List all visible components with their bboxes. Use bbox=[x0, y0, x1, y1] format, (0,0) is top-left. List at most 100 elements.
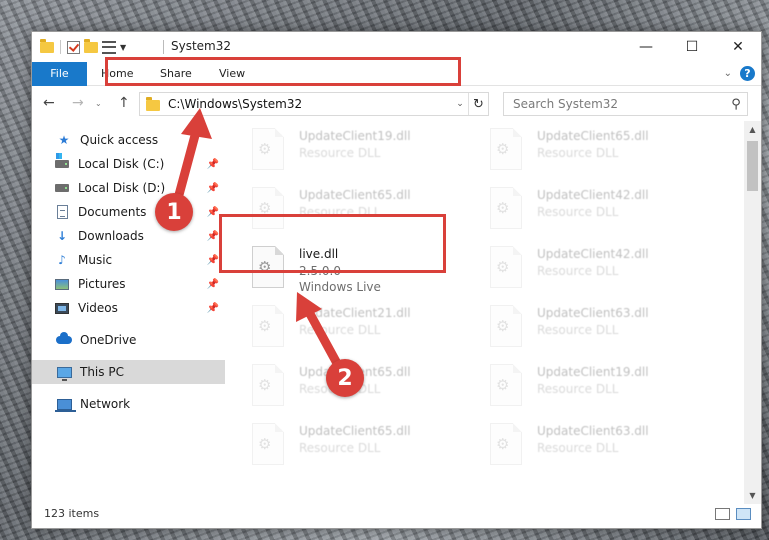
sidebar-item-local-disk-d[interactable]: Local Disk (D:) 📌 bbox=[32, 176, 225, 200]
pin-icon[interactable]: 📌 bbox=[207, 279, 219, 290]
drive-icon bbox=[54, 180, 70, 196]
quick-access-toolbar: ▼ bbox=[40, 38, 126, 56]
file-name: UpdateClient65.dll bbox=[537, 129, 649, 143]
ribbon-right-controls: ⌄ ? bbox=[724, 66, 755, 81]
address-dropdown-icon[interactable]: ⌄ bbox=[452, 99, 468, 109]
tiles-view-icon[interactable] bbox=[736, 508, 751, 520]
back-arrow-icon[interactable]: ← bbox=[43, 95, 55, 111]
properties-check-icon[interactable] bbox=[67, 40, 80, 54]
maximize-button[interactable]: ☐ bbox=[669, 32, 715, 62]
file-item[interactable]: ⚙ UpdateClient63.dll Resource DLL bbox=[480, 301, 700, 353]
refresh-icon[interactable]: ↻ bbox=[468, 93, 488, 115]
onedrive-icon bbox=[56, 332, 72, 348]
sidebar-item-label: Pictures bbox=[78, 277, 126, 291]
file-item[interactable]: ⚙ UpdateClient63.dll Resource DLL bbox=[480, 419, 700, 471]
details-view-icon[interactable] bbox=[715, 508, 730, 520]
file-item[interactable]: ⚙ UpdateClient42.dll Resource DLL bbox=[480, 242, 700, 294]
title-separator bbox=[163, 40, 164, 54]
file-description: Resource DLL bbox=[537, 441, 619, 455]
dll-file-icon: ⚙ bbox=[490, 128, 522, 170]
address-bar[interactable]: C:\Windows\System32 ⌄ ↻ bbox=[139, 92, 489, 116]
forward-arrow-icon[interactable]: → bbox=[72, 95, 84, 111]
qat-dropdown-icon[interactable]: ▼ bbox=[120, 43, 126, 52]
item-count: 123 items bbox=[44, 507, 100, 520]
file-name: UpdateClient65.dll bbox=[299, 188, 411, 202]
sidebar-item-label: Local Disk (C:) bbox=[78, 157, 165, 171]
close-button[interactable]: ✕ bbox=[715, 32, 761, 62]
step-2-marker: 2 bbox=[326, 359, 364, 397]
up-arrow-icon[interactable]: ↑ bbox=[118, 95, 130, 111]
sidebar-item-documents[interactable]: Documents 📌 bbox=[32, 200, 225, 224]
file-description: Resource DLL bbox=[299, 441, 381, 455]
pin-icon[interactable]: 📌 bbox=[207, 303, 219, 314]
sidebar-item-music[interactable]: ♪ Music 📌 bbox=[32, 248, 225, 272]
address-highlight-box bbox=[105, 57, 461, 86]
sidebar-item-label: Videos bbox=[78, 301, 118, 315]
sidebar-item-videos[interactable]: Videos 📌 bbox=[32, 296, 225, 320]
view-toggle bbox=[715, 508, 751, 520]
sidebar-item-local-disk-c[interactable]: Local Disk (C:) 📌 bbox=[32, 152, 225, 176]
search-input[interactable] bbox=[513, 97, 725, 111]
star-icon: ★ bbox=[58, 133, 70, 147]
file-description: Resource DLL bbox=[299, 323, 381, 337]
scroll-up-icon[interactable]: ▲ bbox=[744, 121, 761, 138]
new-folder-icon[interactable] bbox=[84, 38, 98, 53]
sidebar-item-label: Downloads bbox=[78, 229, 144, 243]
scrollbar-thumb[interactable] bbox=[747, 141, 758, 191]
file-item[interactable]: ⚙ UpdateClient21.dll Resource DLL bbox=[242, 301, 462, 353]
pin-icon[interactable]: 📌 bbox=[207, 159, 219, 170]
dll-file-icon: ⚙ bbox=[252, 364, 284, 406]
pin-icon[interactable]: 📌 bbox=[207, 231, 219, 242]
sidebar-item-label: Music bbox=[78, 253, 113, 267]
sidebar-item-downloads[interactable]: ↓ Downloads 📌 bbox=[32, 224, 225, 248]
file-item[interactable]: ⚙ UpdateClient65.dll Resource DLL bbox=[480, 124, 700, 176]
search-box[interactable]: ⚲ bbox=[503, 92, 748, 116]
address-path[interactable]: C:\Windows\System32 bbox=[168, 97, 452, 111]
file-description: Resource DLL bbox=[537, 264, 619, 278]
search-icon[interactable]: ⚲ bbox=[725, 97, 747, 112]
file-name: UpdateClient65.dll bbox=[299, 424, 411, 438]
file-item[interactable]: ⚙ UpdateClient19.dll Resource DLL bbox=[480, 360, 700, 412]
tab-file[interactable]: File bbox=[32, 62, 87, 86]
sidebar-item-label: Documents bbox=[78, 205, 147, 219]
dll-file-icon: ⚙ bbox=[490, 423, 522, 465]
pin-icon[interactable]: 📌 bbox=[207, 207, 219, 218]
sidebar-item-label: OneDrive bbox=[80, 333, 137, 347]
file-list: ⚙ UpdateClient19.dll Resource DLL ⚙ Upda… bbox=[242, 124, 740, 504]
sidebar-item-this-pc[interactable]: This PC bbox=[32, 360, 225, 384]
file-name: UpdateClient19.dll bbox=[299, 129, 411, 143]
minimize-button[interactable]: — bbox=[623, 32, 669, 62]
sidebar-item-quick-access[interactable]: ★ Quick access bbox=[32, 128, 225, 152]
file-highlight-box bbox=[219, 214, 446, 273]
sidebar-item-network[interactable]: Network bbox=[32, 392, 225, 416]
dll-file-icon: ⚙ bbox=[490, 246, 522, 288]
step-1-marker: 1 bbox=[155, 193, 193, 231]
pin-icon[interactable]: 📌 bbox=[207, 183, 219, 194]
file-name: UpdateClient42.dll bbox=[537, 247, 649, 261]
file-name: UpdateClient19.dll bbox=[537, 365, 649, 379]
expand-ribbon-icon[interactable]: ⌄ bbox=[724, 68, 732, 79]
customize-toolbar-icon[interactable] bbox=[102, 40, 116, 54]
music-icon: ♪ bbox=[58, 253, 66, 267]
file-item[interactable]: ⚙ UpdateClient42.dll Resource DLL bbox=[480, 183, 700, 235]
vertical-scrollbar[interactable]: ▲ ▼ bbox=[744, 121, 761, 504]
dll-file-icon: ⚙ bbox=[490, 305, 522, 347]
network-icon bbox=[54, 396, 76, 412]
dll-file-icon: ⚙ bbox=[252, 305, 284, 347]
recent-locations-icon[interactable]: ⌄ bbox=[95, 99, 102, 108]
file-name: UpdateClient42.dll bbox=[537, 188, 649, 202]
sidebar-item-onedrive[interactable]: OneDrive bbox=[32, 328, 225, 352]
file-description: Resource DLL bbox=[537, 146, 619, 160]
sidebar-item-pictures[interactable]: Pictures 📌 bbox=[32, 272, 225, 296]
file-item[interactable]: ⚙ UpdateClient65.dll Resource DLL bbox=[242, 419, 462, 471]
file-item[interactable]: ⚙ UpdateClient19.dll Resource DLL bbox=[242, 124, 462, 176]
explorer-window: ▼ System32 — ☐ ✕ File Home Share View ⌄ … bbox=[31, 31, 762, 529]
file-description: Resource DLL bbox=[537, 205, 619, 219]
navigation-bar: ← → ⌄ ↑ C:\Windows\System32 ⌄ ↻ ⚲ bbox=[32, 87, 761, 121]
folder-icon bbox=[40, 38, 54, 53]
pin-icon[interactable]: 📌 bbox=[207, 255, 219, 266]
sidebar-item-label: Network bbox=[80, 397, 131, 411]
dll-file-icon: ⚙ bbox=[490, 187, 522, 229]
this-pc-icon bbox=[56, 364, 72, 381]
help-icon[interactable]: ? bbox=[740, 66, 755, 81]
